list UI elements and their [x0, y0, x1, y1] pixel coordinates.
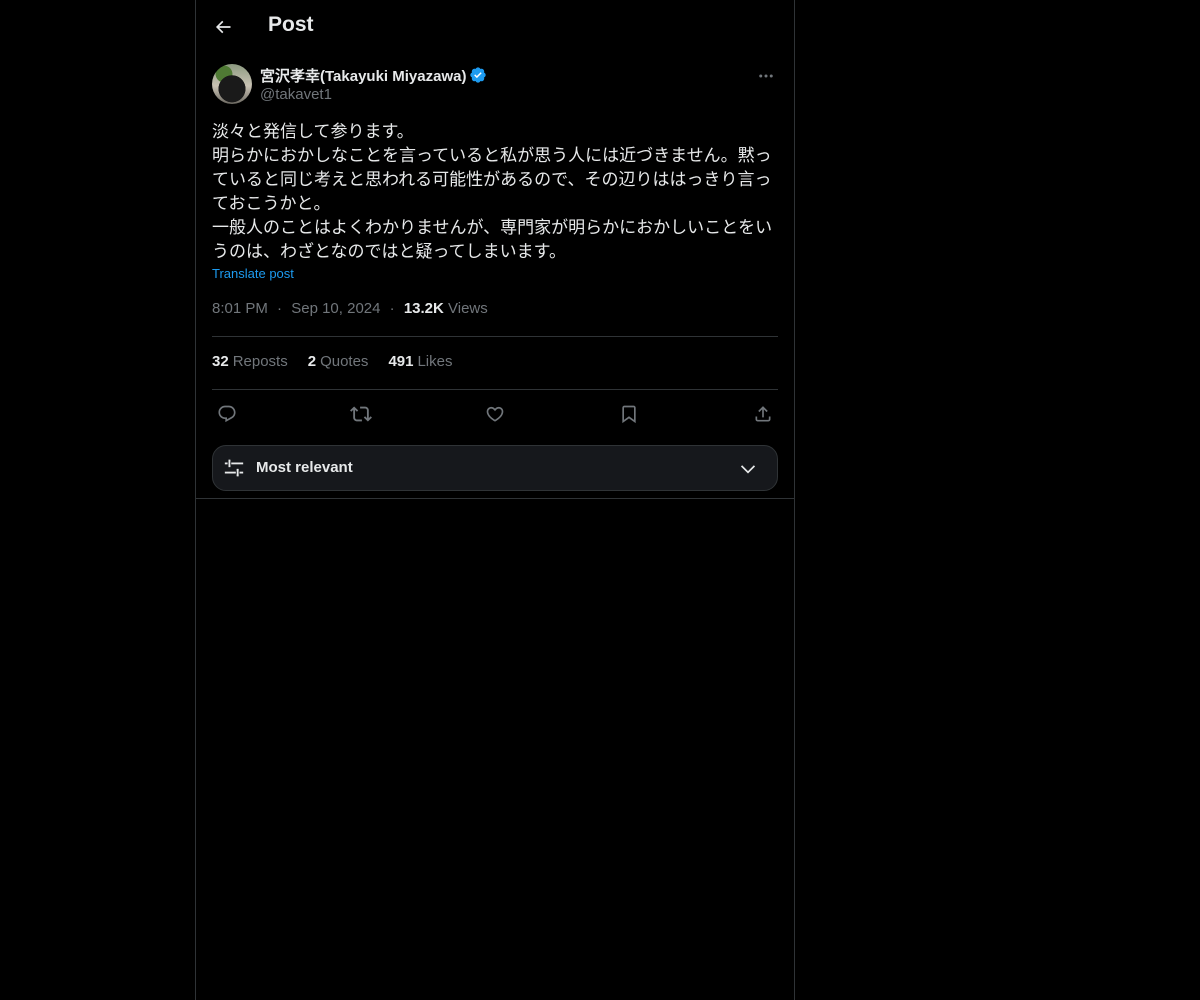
bookmark-button[interactable] — [614, 400, 644, 428]
reply-icon — [218, 405, 236, 423]
like-button[interactable] — [480, 400, 510, 428]
likes-label: Likes — [417, 353, 453, 370]
reposts-stat[interactable]: 32 Reposts — [212, 353, 288, 370]
reposts-label: Reposts — [232, 353, 288, 370]
main-column: Post 宮沢孝幸(Takayuki Miyazawa) @takavet1 淡… — [195, 0, 795, 1000]
page-title: Post — [268, 13, 314, 36]
likes-stat[interactable]: 491 Likes — [388, 353, 452, 370]
arrow-left-icon — [215, 20, 231, 34]
likes-count: 491 — [388, 353, 414, 370]
top-bar: Post — [196, 0, 794, 54]
reposts-count: 32 — [212, 353, 229, 370]
translate-post-link[interactable]: Translate post — [212, 266, 294, 281]
avatar[interactable] — [212, 64, 252, 104]
post-date[interactable]: Sep 10, 2024 — [291, 300, 380, 317]
post-text-line: ていると同じ考えと思われる可能性があるので、その辺りははっきり言っ — [212, 170, 772, 190]
chevron-down-icon — [740, 465, 756, 474]
quotes-stat[interactable]: 2 Quotes — [308, 353, 369, 370]
meta-separator: · — [389, 300, 395, 317]
sort-label: Most relevant — [256, 459, 353, 476]
author-name-row: 宮沢孝幸(Takayuki Miyazawa) — [260, 65, 487, 85]
post-text-line: 一般人のことはよくわかりませんが、専門家が明らかにおかしいことをい — [212, 218, 773, 238]
views-count: 13.2K — [403, 300, 444, 317]
share-icon — [755, 406, 771, 422]
more-options-button[interactable] — [754, 64, 778, 88]
bookmark-icon — [622, 405, 636, 424]
post-text-line: 明らかにおかしなことを言っていると私が思う人には近づきません。黙っ — [212, 146, 772, 166]
section-divider — [196, 498, 794, 499]
more-dots-icon — [759, 74, 773, 78]
post-text-line: ておこうかと。 — [212, 194, 331, 214]
author-display-name[interactable]: 宮沢孝幸(Takayuki Miyazawa) — [260, 65, 466, 86]
post-meta: 8:01 PM · Sep 10, 2024 · 13.2K Views — [212, 300, 488, 317]
views-label: Views — [448, 300, 488, 317]
post-text: 淡々と発信して参ります。 明らかにおかしなことを言っていると私が思う人には近づき… — [212, 120, 778, 264]
quotes-count: 2 — [307, 353, 317, 370]
post-text-line: 淡々と発信して参ります。 — [212, 122, 414, 142]
quotes-label: Quotes — [320, 353, 369, 370]
post-time[interactable]: 8:01 PM — [212, 300, 268, 317]
reply-button[interactable] — [212, 400, 242, 428]
back-button[interactable] — [206, 10, 240, 44]
post-text-line: うのは、わざとなのではと疑ってしまいます。 — [212, 242, 566, 262]
repost-icon — [350, 406, 372, 422]
like-icon — [486, 406, 504, 422]
share-button[interactable] — [748, 400, 778, 428]
divider — [212, 336, 778, 337]
repost-button[interactable] — [346, 400, 376, 428]
meta-separator: · — [277, 300, 283, 317]
verified-badge-icon — [469, 66, 487, 84]
engagement-stats: 32 Reposts 2 Quotes 491 Likes — [212, 353, 453, 370]
sliders-icon — [224, 459, 244, 477]
author-handle[interactable]: @takavet1 — [260, 86, 332, 103]
action-bar — [212, 400, 778, 428]
divider — [212, 389, 778, 390]
reply-sort-selector[interactable]: Most relevant — [212, 445, 778, 491]
